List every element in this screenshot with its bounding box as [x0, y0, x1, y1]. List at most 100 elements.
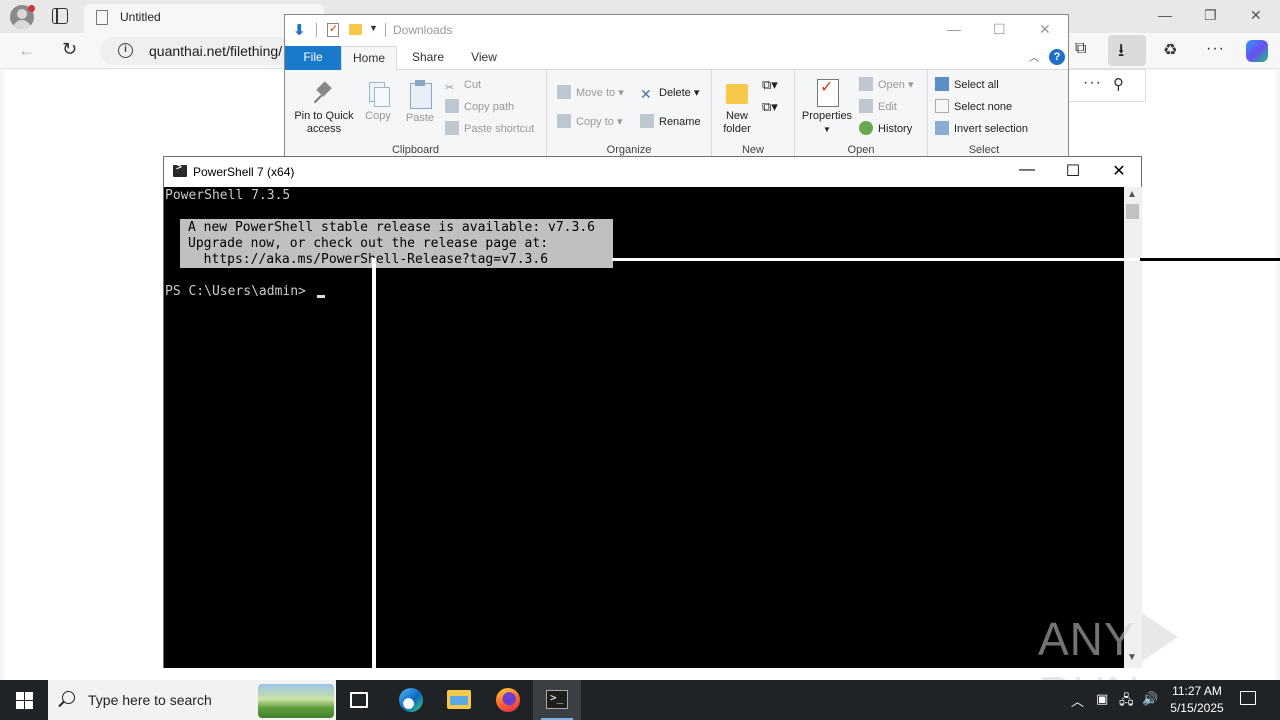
- copy-path-button[interactable]: Copy path: [445, 99, 514, 115]
- new-group: New folder ⧉▾ ⧉▾ New: [712, 70, 795, 158]
- paste-shortcut-icon: [445, 121, 459, 135]
- edit-button[interactable]: Edit: [859, 99, 897, 115]
- history-button[interactable]: History: [859, 121, 912, 137]
- powershell-titlebar: PowerShell 7 (x64) — ☐ ✕: [164, 157, 1141, 187]
- volume-icon[interactable]: 🔊: [1142, 691, 1158, 707]
- taskbar-firefox[interactable]: [484, 680, 532, 720]
- watermark-left: ANY: [1038, 613, 1136, 665]
- collections-icon[interactable]: ⧉: [1075, 40, 1086, 58]
- browser-minimize-icon[interactable]: —: [1158, 7, 1172, 23]
- network-icon[interactable]: 🖧: [1119, 691, 1134, 713]
- edge-icon: [399, 688, 423, 712]
- powershell-minimize-icon[interactable]: —: [1007, 161, 1047, 179]
- cut-button[interactable]: ✂ Cut: [445, 77, 481, 94]
- quick-access-dropdown-icon[interactable]: ▼: [369, 23, 378, 33]
- system-clock[interactable]: 11:27 AM 5/15/2025: [1162, 683, 1232, 717]
- tab-home[interactable]: Home: [341, 46, 397, 71]
- quick-new-folder-icon[interactable]: [349, 24, 362, 35]
- play-icon: [1141, 613, 1178, 661]
- copilot-icon[interactable]: [1246, 40, 1268, 62]
- task-view-icon[interactable]: [350, 692, 368, 708]
- paste-button[interactable]: Paste: [401, 80, 439, 125]
- back-icon[interactable]: ←: [18, 40, 36, 61]
- panel-more-icon[interactable]: ···: [1083, 74, 1102, 92]
- tab-share[interactable]: Share: [401, 46, 455, 70]
- easy-access-icon[interactable]: ⧉▾: [762, 99, 778, 115]
- pin-label: Pin to Quick access: [294, 110, 354, 135]
- open-button[interactable]: Open ▾: [859, 77, 914, 93]
- invert-selection-button[interactable]: Invert selection: [935, 121, 1028, 137]
- extensions-icon[interactable]: ♻: [1163, 40, 1177, 60]
- notice-line: Upgrade now, or check out the release pa…: [188, 236, 549, 251]
- open-group: Properties ▼ Open ▾ Edit History Open: [795, 70, 928, 158]
- rename-button[interactable]: Rename: [640, 114, 701, 130]
- move-to-button[interactable]: Move to ▾: [557, 85, 624, 101]
- new-folder-button[interactable]: New folder: [718, 80, 756, 136]
- firefox-icon: [496, 688, 520, 712]
- quick-access-down-icon[interactable]: ⬇: [293, 21, 306, 39]
- properties-button[interactable]: Properties ▼: [799, 78, 855, 136]
- address-url[interactable]: quanthai.net/filething/: [149, 43, 282, 59]
- browser-restore-icon[interactable]: ❐: [1204, 7, 1217, 24]
- explorer-maximize-icon[interactable]: ☐: [993, 21, 1006, 38]
- taskbar-search-box[interactable]: Type here to search: [48, 680, 336, 720]
- clock-time: 11:27 AM: [1172, 684, 1222, 698]
- explorer-title: Downloads: [393, 23, 453, 37]
- taskbar-file-explorer[interactable]: [435, 680, 483, 720]
- collapse-ribbon-icon[interactable]: ︿: [1029, 49, 1039, 64]
- clipboard-group: Pin to Quick access Copy Paste ✂ Cut Copy…: [285, 70, 547, 158]
- powershell-title: PowerShell 7 (x64): [193, 165, 295, 179]
- notice-link[interactable]: https://aka.ms/PowerShell-Release?tag=v7…: [188, 252, 548, 268]
- help-icon[interactable]: ?: [1049, 49, 1065, 65]
- explorer-close-icon[interactable]: ✕: [1039, 21, 1051, 38]
- delete-label: Delete: [659, 87, 691, 99]
- new-folder-label: New folder: [723, 110, 751, 135]
- delete-icon: ✕: [640, 86, 652, 102]
- show-hidden-icons-icon[interactable]: ︿: [1071, 691, 1084, 710]
- powershell-maximize-icon[interactable]: ☐: [1053, 161, 1093, 181]
- scroll-up-icon[interactable]: ▲: [1127, 189, 1137, 200]
- edit-label: Edit: [878, 101, 897, 113]
- select-all-button[interactable]: Select all: [935, 77, 999, 93]
- browser-close-icon[interactable]: ✕: [1250, 7, 1262, 24]
- copy-button[interactable]: Copy: [361, 80, 395, 123]
- copy-icon: [367, 80, 390, 107]
- notifications-icon[interactable]: [1240, 691, 1256, 705]
- device-icon[interactable]: ▣: [1096, 691, 1108, 707]
- pin-to-quick-access-button[interactable]: Pin to Quick access: [289, 80, 359, 136]
- search-icon: [62, 691, 75, 704]
- divider: [385, 23, 386, 37]
- select-all-icon: [935, 77, 949, 91]
- paste-shortcut-button[interactable]: Paste shortcut: [445, 121, 534, 137]
- scrollbar-thumb[interactable]: [1126, 204, 1139, 219]
- delete-button[interactable]: ✕ Delete ▾: [640, 85, 699, 102]
- version-line: PowerShell 7.3.5: [165, 188, 291, 203]
- scissors-icon: ✂: [445, 82, 455, 94]
- browser-tab-title: Untitled: [120, 10, 161, 24]
- tab-actions-icon[interactable]: [52, 8, 68, 24]
- powershell-window: PowerShell 7 (x64) — ☐ ✕ PowerShell 7.3.…: [163, 156, 1142, 668]
- windows-start-icon[interactable]: [0, 680, 48, 720]
- explorer-minimize-icon[interactable]: —: [947, 21, 961, 37]
- paste-label: Paste: [405, 112, 435, 124]
- taskbar-edge[interactable]: [387, 680, 435, 720]
- refresh-icon[interactable]: ↻: [62, 39, 77, 60]
- quick-properties-icon[interactable]: [327, 22, 339, 37]
- pin-icon[interactable]: ⚲: [1113, 75, 1124, 93]
- downloads-icon[interactable]: [1108, 35, 1146, 68]
- new-item-icon[interactable]: ⧉▾: [762, 77, 778, 93]
- powershell-close-icon[interactable]: ✕: [1099, 161, 1139, 181]
- pin-icon: [313, 80, 335, 106]
- tab-view[interactable]: View: [457, 46, 511, 70]
- new-folder-icon: [726, 80, 748, 106]
- copy-label: Copy: [365, 110, 391, 122]
- info-icon[interactable]: i: [118, 43, 133, 58]
- more-icon[interactable]: ···: [1206, 40, 1225, 58]
- organize-group-label: Organize: [606, 144, 652, 156]
- rename-icon: [640, 114, 654, 128]
- select-none-button[interactable]: Select none: [935, 99, 1012, 115]
- artifact-line: [1140, 258, 1280, 261]
- taskbar-powershell[interactable]: [533, 680, 581, 720]
- copy-to-button[interactable]: Copy to ▾: [557, 114, 623, 130]
- tab-file[interactable]: File: [285, 46, 341, 70]
